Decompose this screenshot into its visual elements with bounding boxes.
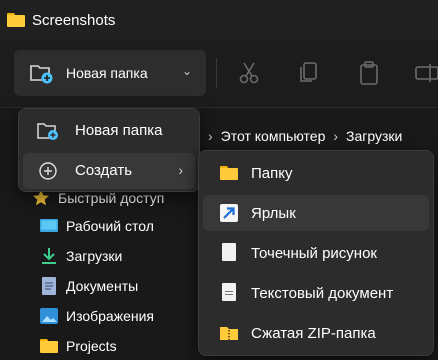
sidebar-item-label: Быстрый доступ (58, 190, 165, 206)
folder-icon (219, 163, 239, 183)
chevron-down-icon[interactable]: ⌄ (182, 64, 192, 78)
paste-icon[interactable] (356, 60, 382, 86)
new-dropdown-menu: Новая папка Создать › (18, 108, 200, 192)
submenu-item-label: Точечный рисунок (251, 245, 377, 262)
toolbar-divider (216, 58, 217, 88)
menu-item-new-folder[interactable]: Новая папка (23, 113, 195, 149)
menu-item-create[interactable]: Создать › (23, 153, 195, 189)
copy-icon[interactable] (296, 60, 322, 86)
submenu-item-label: Папку (251, 165, 293, 182)
title-bar: Screenshots (0, 0, 438, 40)
bitmap-file-icon (219, 243, 239, 263)
submenu-item-label: Сжатая ZIP-папка (251, 325, 376, 342)
submenu-item-text-document[interactable]: Текстовый документ (203, 275, 429, 311)
create-submenu: Папку Ярлык Точечный рисунок Текстовый д… (198, 150, 434, 356)
breadcrumb: › Этот компьютер › Загрузки (200, 124, 438, 148)
breadcrumb-this-pc[interactable]: Этот компьютер (221, 128, 326, 144)
zip-folder-icon (220, 327, 238, 340)
submenu-item-zip-folder[interactable]: Сжатая ZIP-папка (203, 315, 429, 351)
breadcrumb-downloads[interactable]: Загрузки (346, 128, 402, 144)
chevron-right-icon: › (178, 162, 183, 178)
folder-icon (7, 13, 25, 27)
sidebar-item-projects[interactable]: Projects (40, 334, 210, 358)
menu-item-label: Новая папка (75, 122, 163, 139)
sidebar-item-label: Документы (66, 278, 139, 294)
sidebar-item-pictures[interactable]: Изображения (40, 304, 210, 328)
submenu-item-folder[interactable]: Папку (203, 155, 429, 191)
download-icon (42, 248, 56, 264)
sidebar-item-desktop[interactable]: Рабочий стол (40, 214, 210, 238)
submenu-item-bitmap[interactable]: Точечный рисунок (203, 235, 429, 271)
new-folder-icon (30, 65, 53, 84)
pictures-icon (40, 308, 58, 324)
window-title: Screenshots (32, 11, 116, 29)
shortcut-icon (220, 204, 238, 222)
new-folder-icon (37, 123, 58, 140)
folder-icon (40, 337, 58, 355)
sidebar-item-documents[interactable]: Документы (40, 274, 210, 298)
plus-circle-icon (39, 162, 57, 180)
cut-icon[interactable] (236, 60, 262, 86)
rename-icon[interactable] (414, 60, 438, 86)
sidebar-item-label: Projects (66, 338, 117, 354)
new-button[interactable]: Новая папка ⌄ (14, 50, 206, 96)
menu-item-label: Создать (75, 162, 133, 179)
sidebar-item-label: Рабочий стол (66, 218, 154, 234)
sidebar-item-downloads[interactable]: Загрузки (40, 244, 210, 268)
sidebar-item-label: Изображения (66, 308, 154, 324)
toolbar: Новая папка ⌄ (0, 40, 438, 108)
text-file-icon (219, 283, 239, 303)
documents-icon (42, 277, 56, 295)
submenu-item-label: Ярлык (251, 205, 296, 222)
new-button-label: Новая папка (66, 65, 148, 81)
chevron-right-icon: › (333, 128, 339, 144)
submenu-item-shortcut[interactable]: Ярлык (203, 195, 429, 231)
submenu-item-label: Текстовый документ (251, 285, 394, 302)
sidebar-item-label: Загрузки (66, 248, 123, 264)
chevron-right-icon: › (208, 128, 213, 144)
desktop-icon (40, 219, 58, 232)
